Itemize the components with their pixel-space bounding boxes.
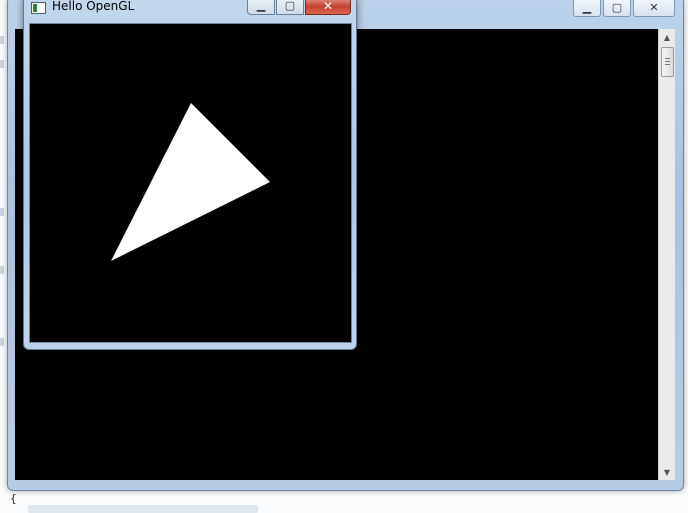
opengl-render-canvas[interactable] <box>29 23 352 343</box>
opengl-minimize-button[interactable]: ▁ <box>247 0 275 15</box>
ide-gutter-marker <box>0 208 4 216</box>
grip-line <box>665 58 670 59</box>
opengl-window-controls: ▁ ▢ ✕ <box>247 0 351 15</box>
scroll-thumb[interactable] <box>661 47 674 77</box>
minimize-icon: ▁ <box>256 0 266 12</box>
opengl-titlebar[interactable]: Hello OpenGL ▁ ▢ ✕ <box>24 0 356 21</box>
console-maximize-button[interactable]: ▢ <box>603 0 631 17</box>
close-icon: ✕ <box>649 1 659 14</box>
window-title: Hello OpenGL <box>52 0 135 13</box>
ide-gutter-marker <box>0 266 4 274</box>
opengl-close-button[interactable]: ✕ <box>305 0 351 15</box>
chevron-up-icon: ▲ <box>663 32 671 42</box>
ide-gutter-marker <box>0 60 4 68</box>
grip-line <box>665 64 670 65</box>
scroll-up-button[interactable]: ▲ <box>659 29 675 45</box>
console-window-controls: ▁ ▢ ✕ <box>573 0 675 18</box>
render-surface <box>30 24 351 342</box>
maximize-icon: ▢ <box>284 0 296 12</box>
close-icon: ✕ <box>322 0 334 13</box>
ide-code-brace: { <box>10 492 17 505</box>
app-window-icon <box>31 2 46 14</box>
minimize-icon: ▁ <box>582 1 592 14</box>
ide-gutter-marker <box>0 338 4 346</box>
grip-line <box>665 61 670 62</box>
ide-gutter-marker <box>0 36 4 44</box>
opengl-maximize-button[interactable]: ▢ <box>276 0 304 15</box>
opengl-window[interactable]: Hello OpenGL ▁ ▢ ✕ <box>23 0 357 350</box>
ide-code-line <box>28 505 258 513</box>
scroll-down-button[interactable]: ▼ <box>659 464 675 480</box>
console-close-button[interactable]: ✕ <box>633 0 675 17</box>
maximize-icon: ▢ <box>611 1 623 14</box>
console-vertical-scrollbar[interactable]: ▲ ▼ <box>658 29 675 480</box>
chevron-down-icon: ▼ <box>663 467 671 477</box>
console-minimize-button[interactable]: ▁ <box>573 0 601 17</box>
